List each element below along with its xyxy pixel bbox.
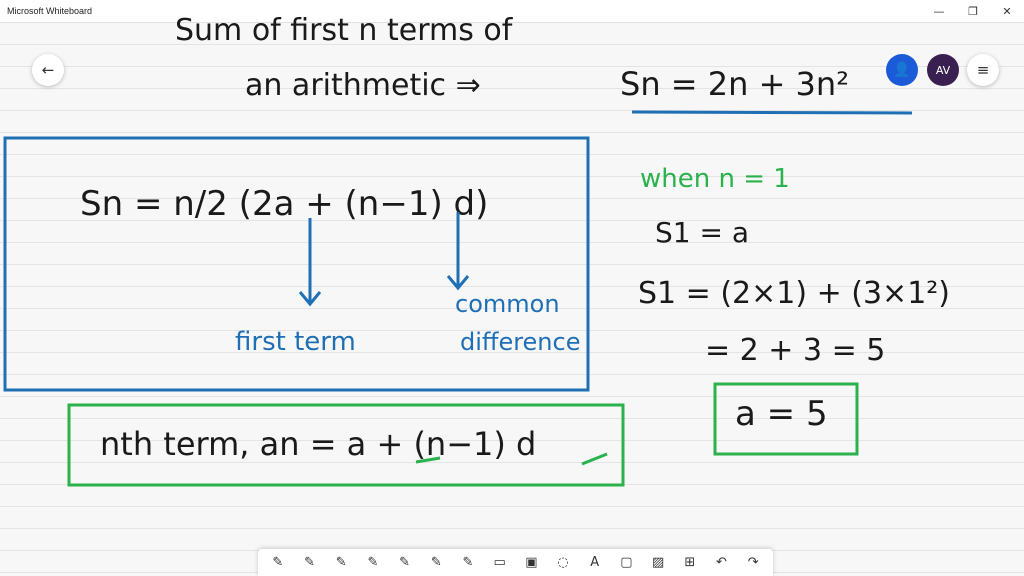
insert-icon: ⊞ [684,555,696,570]
pen-2-tool[interactable]: ✎ [392,550,418,575]
pen-icon: ✎ [335,555,347,570]
s1-equals-a: S1 = a [655,216,749,249]
question-line1: Sum of first n terms of [175,13,514,48]
avatar-initials: AV [935,63,951,77]
eraser-tool[interactable]: ▭ [487,550,513,575]
given-underline [631,110,913,115]
s1-calculation: S1 = (2×1) + (3×1²) [638,276,950,311]
label-first-term: first term [235,327,356,357]
text-icon: A [590,555,600,570]
highlighter-icon: ✎ [462,555,474,570]
lasso-tool[interactable]: ◌ [550,550,576,575]
question-line2: an arithmetic ⇒ [245,68,481,103]
image-tool[interactable]: ▨ [645,550,671,575]
back-arrow-icon: ← [41,61,55,79]
pen-red-tool[interactable]: ✎ [297,550,323,575]
hamburger-menu-icon: ≡ [976,61,990,79]
note-tool[interactable]: ▢ [613,550,639,575]
label-common: common [455,290,560,318]
menu-button[interactable]: ≡ [967,54,999,86]
redo-button[interactable]: ↷ [740,550,766,575]
undo-button[interactable]: ↶ [708,550,734,575]
pen-icon: ✎ [272,555,284,570]
person-icon: 👤 [893,62,911,78]
lasso-icon: ◌ [557,555,569,570]
eraser-icon: ▭ [493,555,506,570]
label-difference: difference [460,328,580,356]
highlighter-tool[interactable]: ✎ [455,550,481,575]
sn-formula: Sn = n/2 (2a + (n−1) d) [80,184,488,224]
undo-icon: ↶ [716,555,727,570]
pen-3-tool[interactable]: ✎ [423,550,449,575]
pen-black-tool[interactable]: ✎ [265,550,291,575]
s1-result: = 2 + 3 = 5 [705,333,885,368]
given-sn: Sn = 2n + 3n² [620,65,849,103]
when-n-equals-1: when n = 1 [640,164,790,194]
text-tool[interactable]: A [582,550,608,575]
nth-term-formula: nth term, an = a + (n−1) d [100,425,536,463]
pen-green-tool[interactable]: ✎ [360,550,386,575]
invite-user-button[interactable]: 👤 [886,54,918,86]
back-button[interactable]: ← [32,54,64,86]
bottom-toolbar: ✎ ✎ ✎ ✎ ✎ ✎ ✎ ▭ ▣ ◌ A ▢ ▨ ⊞ ↶ ↷ [258,549,773,576]
redo-icon: ↷ [747,555,759,570]
note-icon: ▢ [620,555,633,570]
ruler-tool[interactable]: ▣ [518,550,544,575]
ink-layer: Sum of first n terms of an arithmetic ⇒ … [3,13,950,487]
answer-text: a = 5 [735,394,828,434]
insert-tool[interactable]: ⊞ [677,550,703,575]
pen-blue-tool[interactable]: ✎ [328,550,354,575]
avatar[interactable]: AV [927,54,959,86]
d-underline [581,452,608,466]
pen-icon: ✎ [430,555,442,570]
image-icon: ▨ [651,555,665,570]
pen-icon: ✎ [399,555,411,570]
ruler-icon: ▣ [525,555,538,570]
pen-icon: ✎ [367,555,379,570]
pen-icon: ✎ [304,555,315,570]
